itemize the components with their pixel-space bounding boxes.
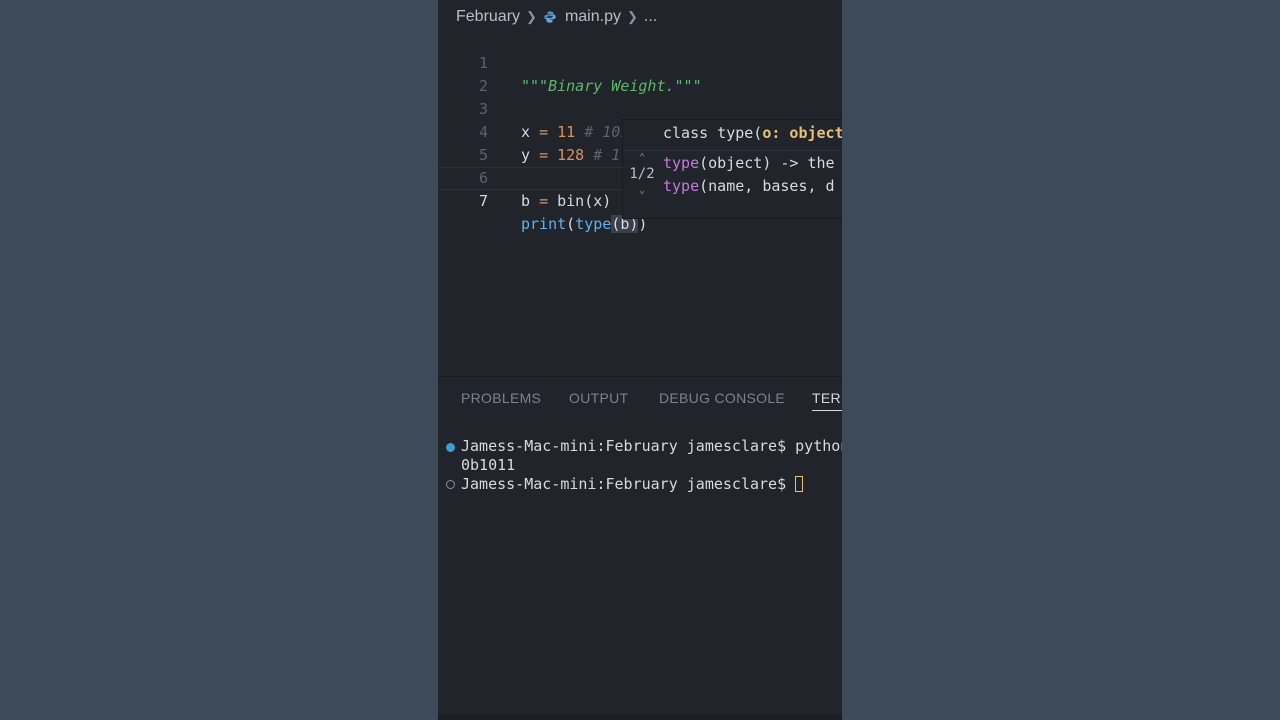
signature-header: class type(o: object [663,124,842,142]
paren-token: ( [611,215,621,233]
code-editor[interactable]: 1 """Binary Weight.""" 2 3 x = 11 # 1011… [438,29,842,374]
terminal-line: Jamess-Mac-mini:February jamesclare$ pyt… [461,437,842,455]
chevron-right-icon: ❯ [626,9,638,24]
chevron-right-icon: ❯ [526,9,537,24]
bottom-panel: PROBLEMS OUTPUT DEBUG CONSOLE TERMINAL J… [438,376,842,720]
paren-token: ( [566,215,576,233]
signature-help-popup: class type(o: object ⌃ 1/2 ⌄ type(object… [622,119,842,219]
code-line[interactable]: 4 y = 128 # 1 [438,98,842,164]
tab-problems[interactable]: PROBLEMS [461,390,541,406]
divider [623,150,842,151]
overload-count: 1/2 [629,166,655,182]
command-status-icon [446,480,455,489]
tab-terminal[interactable]: TERMINAL [812,390,842,411]
chevron-down-icon[interactable]: ⌄ [627,184,657,196]
breadcrumb: February ❯ main.py ❯ ... [456,6,657,28]
status-bar [438,715,842,720]
overload-signature: type(name, bases, d [663,177,835,195]
code-line[interactable]: 1 """Binary Weight.""" [438,29,842,95]
code-line[interactable]: 3 x = 11 # 1011 = 3 [438,75,842,141]
overload-pager[interactable]: ⌃ 1/2 ⌄ [627,152,657,196]
code-line[interactable]: 2 [438,52,842,95]
terminal-cursor [795,476,804,492]
tab-debug-console[interactable]: DEBUG CONSOLE [659,390,785,406]
call-token: bin(x) [557,192,612,210]
overload-signature: type(object) -> the [663,154,835,172]
breadcrumb-file[interactable]: main.py [565,8,621,26]
terminal-prompt: Jamess-Mac-mini:February jamesclare$ [461,475,804,494]
command-status-icon [446,443,455,452]
function-token: print [521,215,567,233]
python-file-icon [544,11,556,23]
tab-output[interactable]: OUTPUT [569,390,628,406]
line-number: 7 [478,192,488,210]
function-token: type [575,215,612,233]
vscode-window: February ❯ main.py ❯ ... 1 """Binary Wei… [438,0,842,720]
terminal[interactable]: Jamess-Mac-mini:February jamesclare$ pyt… [438,437,842,563]
var-token: b [521,192,531,210]
breadcrumb-more[interactable]: ... [644,8,657,26]
breadcrumb-folder[interactable]: February [456,8,520,26]
panel-tabs: PROBLEMS OUTPUT DEBUG CONSOLE TERMINAL [438,387,842,411]
chevron-up-icon[interactable]: ⌃ [627,152,657,164]
terminal-output: 0b1011 [461,456,516,474]
operator-token: = [539,192,549,210]
